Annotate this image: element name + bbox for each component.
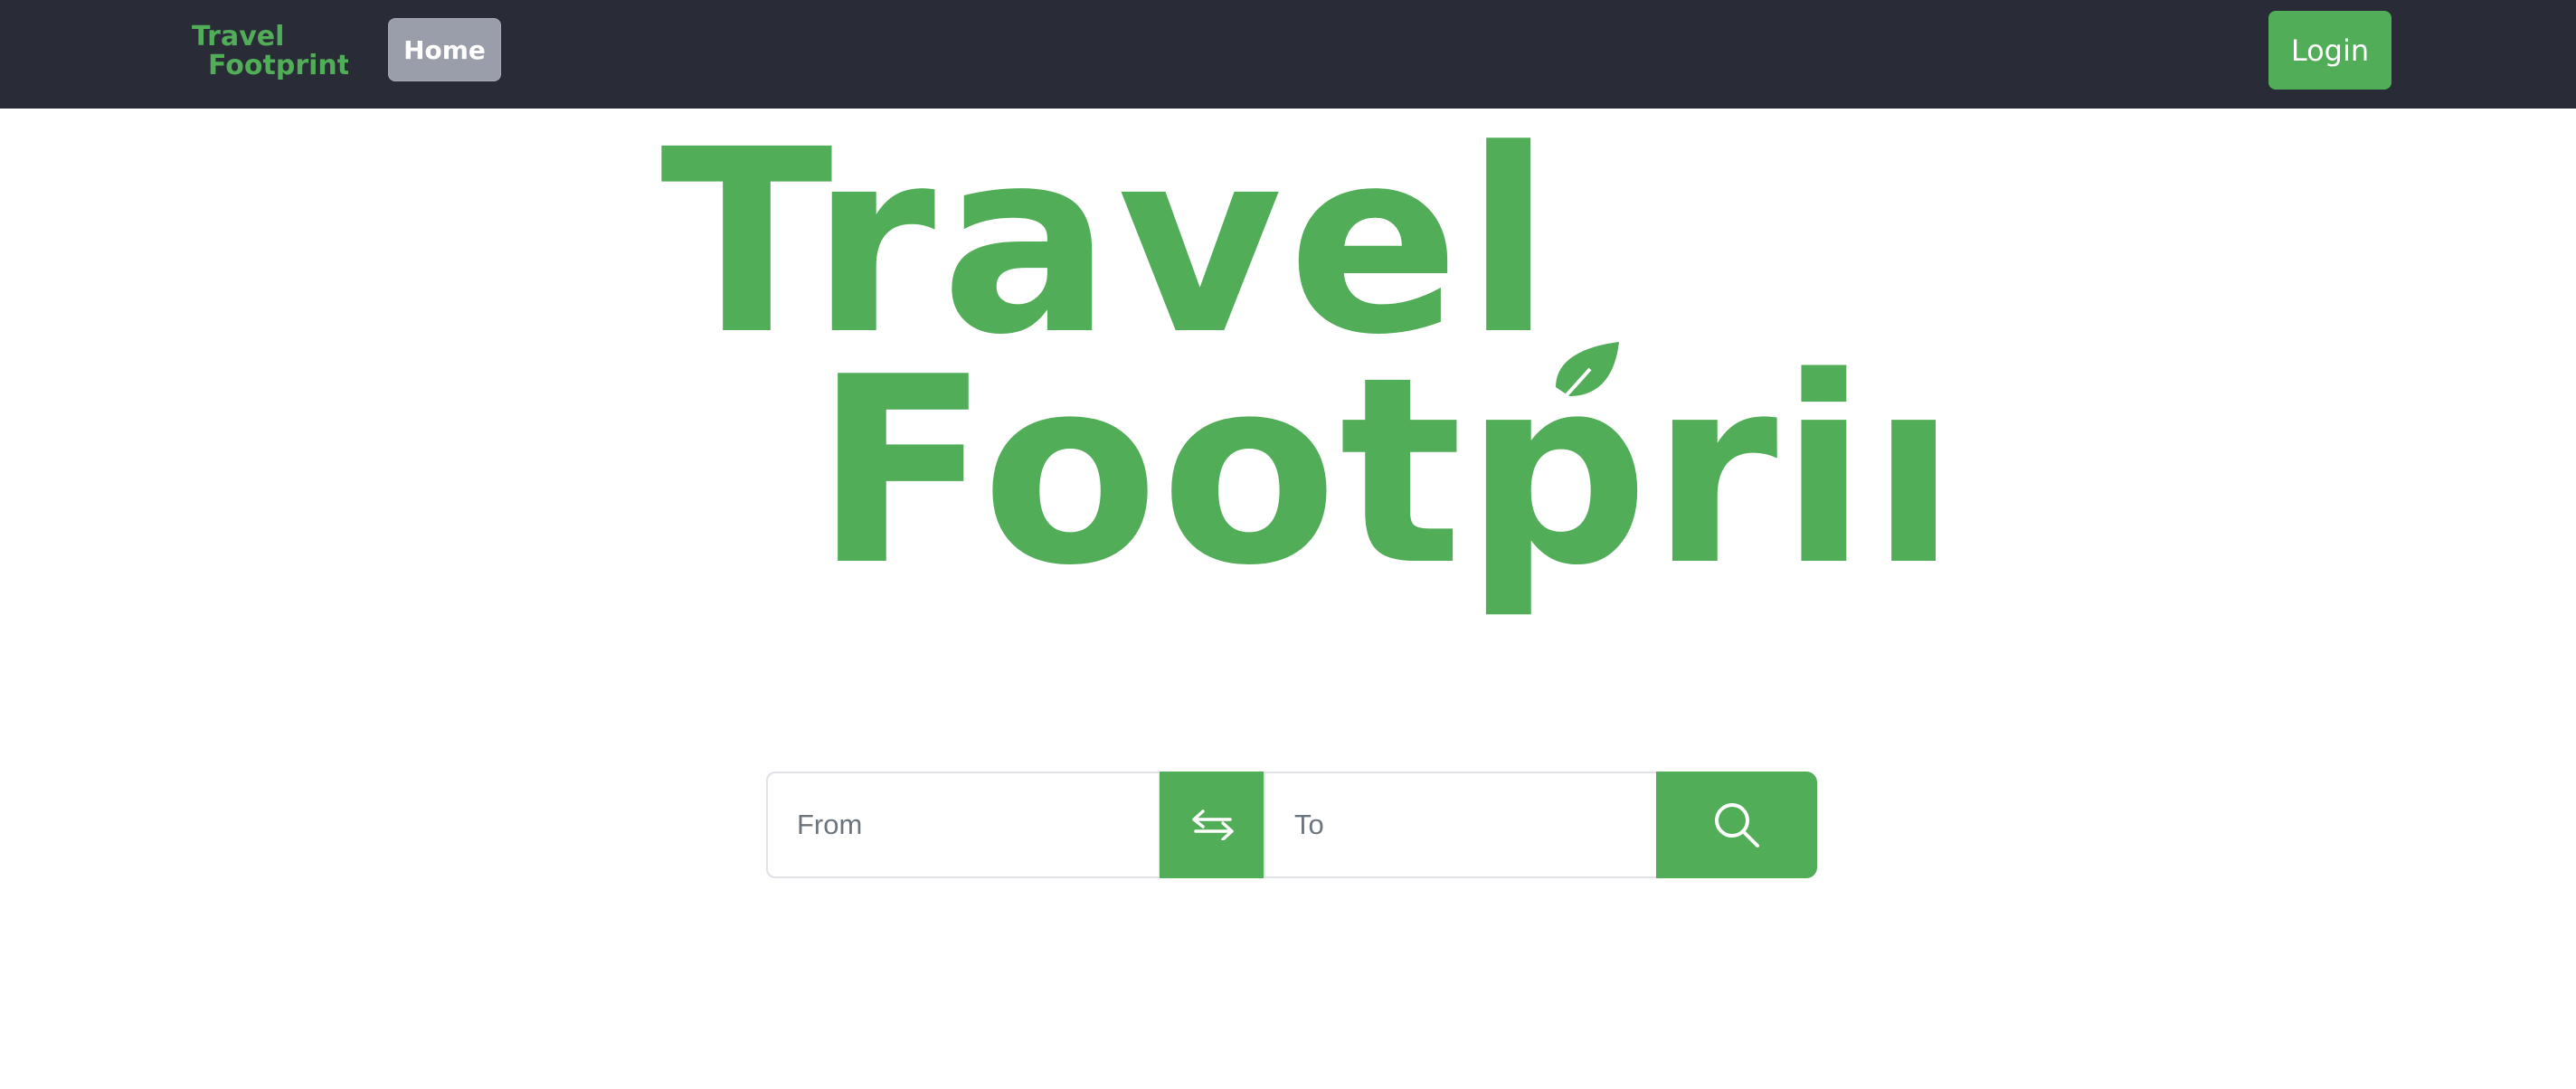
search-button[interactable]	[1656, 772, 1817, 878]
to-input[interactable]	[1264, 772, 1659, 878]
top-navbar: Travel Footprint Home Login	[0, 0, 2576, 109]
home-button[interactable]: Home	[388, 18, 501, 81]
nav-logo[interactable]: Travel Footprint	[190, 18, 348, 80]
route-search-form	[766, 772, 1817, 878]
from-input[interactable]	[766, 772, 1160, 878]
hero-title-line2: Footprint	[814, 322, 1936, 615]
hero-logo: Travel Footprint	[651, 136, 1936, 615]
magnifier-icon	[1715, 803, 1759, 848]
nav-logo-line2: Footprint	[208, 50, 348, 80]
swap-button[interactable]	[1160, 772, 1265, 878]
swap-arrows-icon	[1191, 810, 1234, 840]
nav-logo-line1: Travel	[192, 21, 284, 52]
login-button[interactable]: Login	[2268, 11, 2391, 90]
